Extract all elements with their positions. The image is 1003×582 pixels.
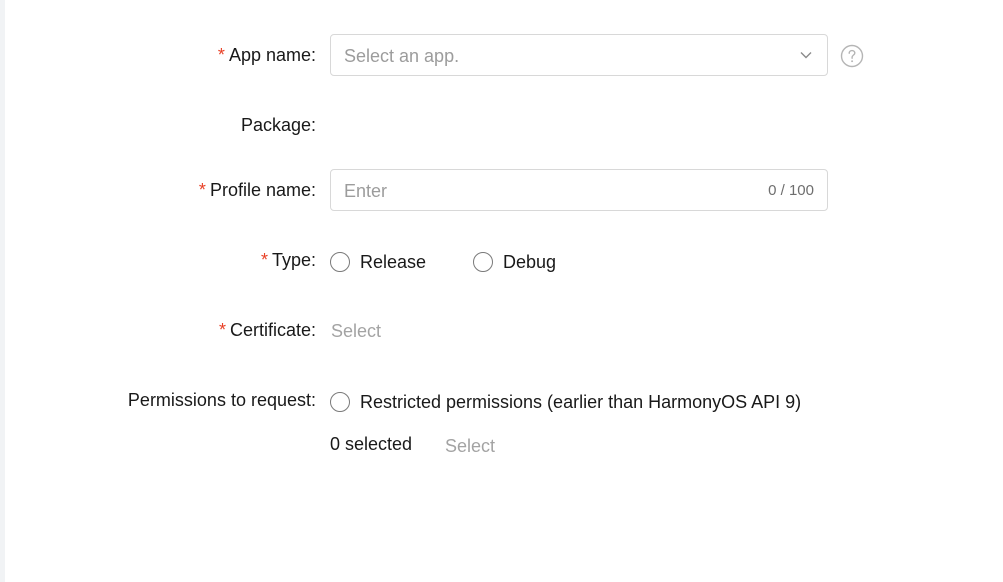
radio-restricted-permissions[interactable] (330, 392, 350, 412)
certificate-label: * Certificate: (0, 319, 316, 341)
required-mark: * (217, 45, 225, 65)
app-name-placeholder: Select an app. (344, 46, 460, 66)
app-name-label: * App name: (0, 44, 316, 66)
app-name-label-text: App name: (228, 45, 316, 65)
chevron-down-icon (800, 52, 812, 59)
certificate-label-text: Certificate: (229, 320, 316, 340)
profile-name-placeholder: Enter (344, 181, 388, 201)
restricted-permissions-label[interactable]: Restricted permissions (earlier than Har… (360, 391, 801, 413)
package-label: Package: (240, 115, 316, 135)
help-circle-icon[interactable] (840, 44, 864, 68)
certificate-select-link[interactable]: Select (331, 320, 381, 342)
profile-name-input[interactable]: Enter 0 / 100 (330, 169, 828, 211)
type-label: * Type: (0, 249, 316, 271)
radio-debug[interactable] (473, 252, 493, 272)
required-mark: * (218, 320, 226, 340)
radio-release-label[interactable]: Release (360, 251, 426, 273)
radio-debug-label[interactable]: Debug (503, 251, 556, 273)
radio-release[interactable] (330, 252, 350, 272)
form-panel (5, 0, 1003, 582)
permissions-selected-count: 0 selected (330, 434, 413, 454)
required-mark: * (260, 250, 268, 270)
profile-name-label: * Profile name: (0, 179, 316, 201)
type-label-text: Type: (271, 250, 316, 270)
character-counter: 0 / 100 (768, 182, 814, 199)
required-mark: * (198, 180, 206, 200)
permissions-label: Permissions to request: (127, 390, 316, 410)
profile-name-label-text: Profile name: (209, 180, 316, 200)
app-name-select[interactable]: Select an app. (330, 34, 828, 76)
permissions-select-link[interactable]: Select (445, 435, 495, 457)
